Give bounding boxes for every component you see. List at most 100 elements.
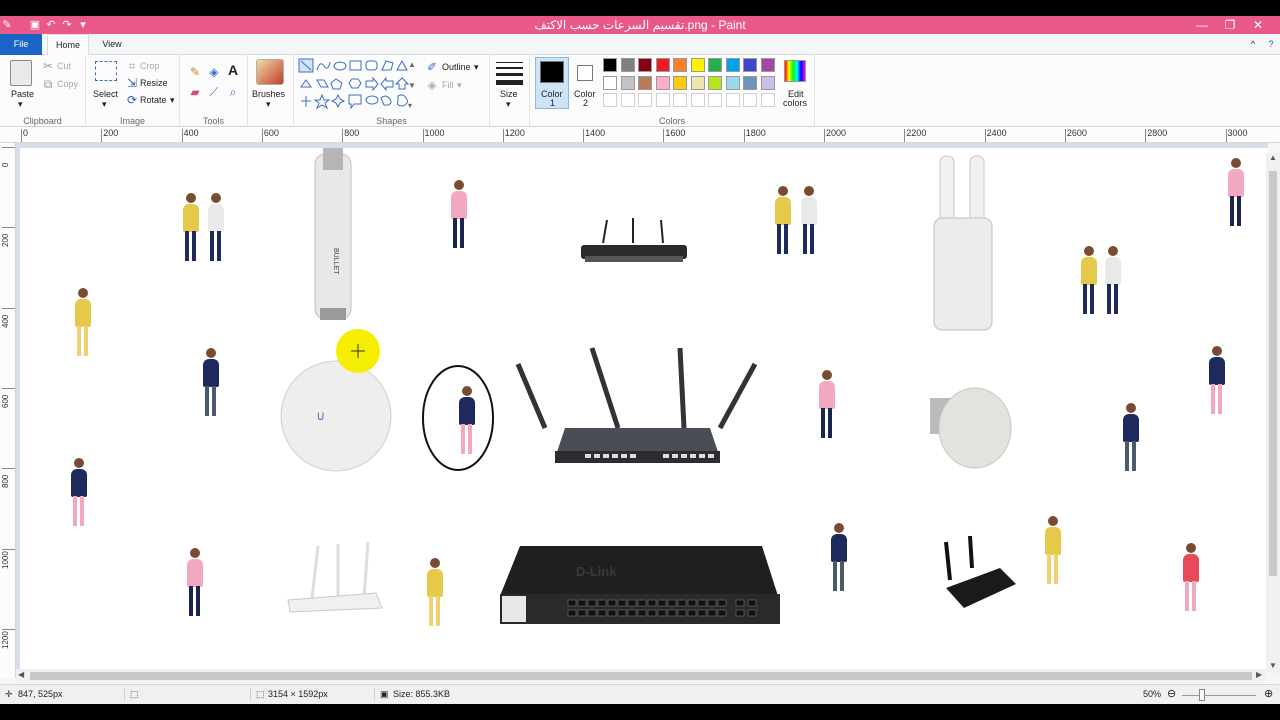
palette-swatch[interactable]: [603, 75, 617, 90]
collapse-ribbon-icon[interactable]: ^: [1246, 34, 1260, 55]
tplink-router-image: [287, 541, 383, 613]
palette-swatch[interactable]: [603, 58, 617, 72]
select-button[interactable]: Select: [93, 89, 118, 99]
rotate-dropdown-icon[interactable]: ▾: [170, 95, 175, 106]
palette-swatch[interactable]: [743, 58, 757, 72]
size-button[interactable]: Size: [500, 89, 518, 99]
ruler-major-tick: [422, 129, 424, 142]
tab-home[interactable]: Home: [47, 34, 89, 56]
resize-button[interactable]: Resize: [140, 78, 168, 88]
ruler-major-tick: [2, 227, 15, 229]
maximize-button[interactable]: ❐: [1215, 16, 1245, 34]
palette-swatch[interactable]: [708, 58, 722, 72]
zoom-slider-thumb[interactable]: [1199, 689, 1205, 701]
color2-swatch[interactable]: [577, 65, 593, 81]
copy-button[interactable]: Copy: [57, 79, 78, 89]
paste-button[interactable]: Paste: [11, 89, 34, 99]
ruler-label: 2000: [826, 128, 847, 138]
eraser-icon[interactable]: ▰: [188, 86, 202, 98]
ruler-label: 600: [263, 128, 279, 138]
crop-icon: ⌗: [128, 59, 136, 73]
brush-icon[interactable]: [256, 59, 284, 85]
outline-dropdown-icon[interactable]: ▾: [474, 62, 479, 73]
close-button[interactable]: ✕: [1243, 16, 1273, 34]
palette-swatch[interactable]: [743, 75, 757, 90]
dlink-switch-image: D-Link: [500, 546, 780, 624]
palette-swatch[interactable]: [690, 58, 705, 72]
magnifier-icon[interactable]: ⌕: [226, 86, 240, 98]
shapes-gallery[interactable]: ▲ ▼ ▾: [298, 58, 416, 110]
palette-swatch[interactable]: [673, 58, 687, 72]
scroll-left-icon[interactable]: ◀: [18, 670, 24, 679]
palette-swatch[interactable]: [760, 75, 775, 90]
rotate-button[interactable]: Rotate: [140, 95, 167, 105]
paste-icon[interactable]: [10, 60, 32, 86]
clipboard-group-label: Clipboard: [23, 116, 62, 126]
size-dropdown-icon[interactable]: ▾: [506, 99, 511, 110]
custom-color-slot[interactable]: [708, 93, 722, 107]
scroll-down-icon[interactable]: ▼: [1269, 661, 1277, 670]
custom-color-slot[interactable]: [760, 93, 775, 107]
palette-swatch[interactable]: [638, 75, 652, 90]
fill-bucket-icon[interactable]: ◈: [207, 66, 221, 78]
pencil-icon[interactable]: ✎: [188, 66, 202, 78]
ruler-major-tick: [2, 147, 15, 148]
minimize-button[interactable]: —: [1187, 16, 1217, 34]
custom-color-slot[interactable]: [638, 93, 652, 107]
scroll-right-icon[interactable]: ▶: [1256, 670, 1262, 679]
crop-button[interactable]: Crop: [140, 61, 160, 71]
drawing-canvas[interactable]: BULLET ᑌ D-Link: [20, 148, 1268, 673]
custom-color-slot[interactable]: [655, 93, 670, 107]
palette-swatch[interactable]: [725, 58, 740, 72]
palette-swatch[interactable]: [620, 58, 635, 72]
custom-color-slot[interactable]: [673, 93, 687, 107]
small-router-image: [581, 218, 687, 262]
palette-swatch[interactable]: [620, 75, 635, 90]
palette-swatch[interactable]: [708, 75, 722, 90]
zoom-out-icon[interactable]: ⊖: [1167, 687, 1176, 700]
ruler-label: 200: [103, 128, 119, 138]
select-icon[interactable]: [95, 61, 117, 81]
svg-text:▼: ▼: [408, 81, 416, 90]
palette-swatch[interactable]: [760, 58, 775, 72]
shapes-group: ▲ ▼ ▾ ✐ Outline ▾ ◈ Fill ▾ Shapes: [294, 55, 490, 127]
select-dropdown-icon[interactable]: ▾: [102, 99, 107, 110]
palette-swatch[interactable]: [690, 75, 705, 90]
zoom-slider-track[interactable]: [1182, 695, 1256, 696]
brushes-dropdown-icon[interactable]: ▾: [266, 99, 271, 110]
fill-button[interactable]: Fill: [442, 80, 454, 90]
palette-swatch[interactable]: [655, 58, 670, 72]
size-icon[interactable]: [496, 62, 523, 85]
vertical-scroll-thumb[interactable]: [1269, 171, 1277, 576]
tab-file[interactable]: File: [0, 34, 42, 55]
image-dimensions: 3154 × 1592px: [268, 689, 328, 699]
brushes-button[interactable]: Brushes: [252, 89, 285, 99]
color-picker-icon[interactable]: ⟋: [207, 86, 221, 98]
fill-dropdown-icon[interactable]: ▾: [457, 80, 462, 91]
ruler-major-tick: [663, 129, 665, 142]
horizontal-scroll-thumb[interactable]: [30, 672, 1252, 680]
help-icon[interactable]: ?: [1263, 34, 1279, 55]
tab-view[interactable]: View: [92, 34, 132, 55]
custom-color-slot[interactable]: [690, 93, 705, 107]
cut-button[interactable]: Cut: [57, 61, 71, 71]
custom-color-slot[interactable]: [725, 93, 740, 107]
color1-label-line2: 1: [550, 98, 556, 108]
text-tool-icon[interactable]: A: [226, 63, 240, 77]
palette-swatch[interactable]: [673, 75, 687, 90]
palette-swatch[interactable]: [638, 58, 652, 72]
vertical-scrollbar[interactable]: ▲ ▼: [1266, 153, 1280, 673]
palette-swatch[interactable]: [655, 75, 670, 90]
palette-swatch[interactable]: [725, 75, 740, 90]
custom-color-slot[interactable]: [620, 93, 635, 107]
custom-color-slot[interactable]: [743, 93, 757, 107]
custom-color-slot[interactable]: [603, 93, 617, 107]
ruler-label: 0: [1, 162, 10, 167]
color2-label-line2: 2: [583, 98, 589, 108]
scroll-up-icon[interactable]: ▲: [1269, 153, 1277, 162]
horizontal-scrollbar[interactable]: ◀ ▶: [16, 669, 1266, 683]
edit-colors-icon[interactable]: [784, 60, 806, 82]
zoom-in-icon[interactable]: ⊕: [1264, 687, 1273, 700]
outline-button[interactable]: Outline: [442, 62, 471, 72]
paste-dropdown-icon[interactable]: ▾: [18, 99, 23, 110]
